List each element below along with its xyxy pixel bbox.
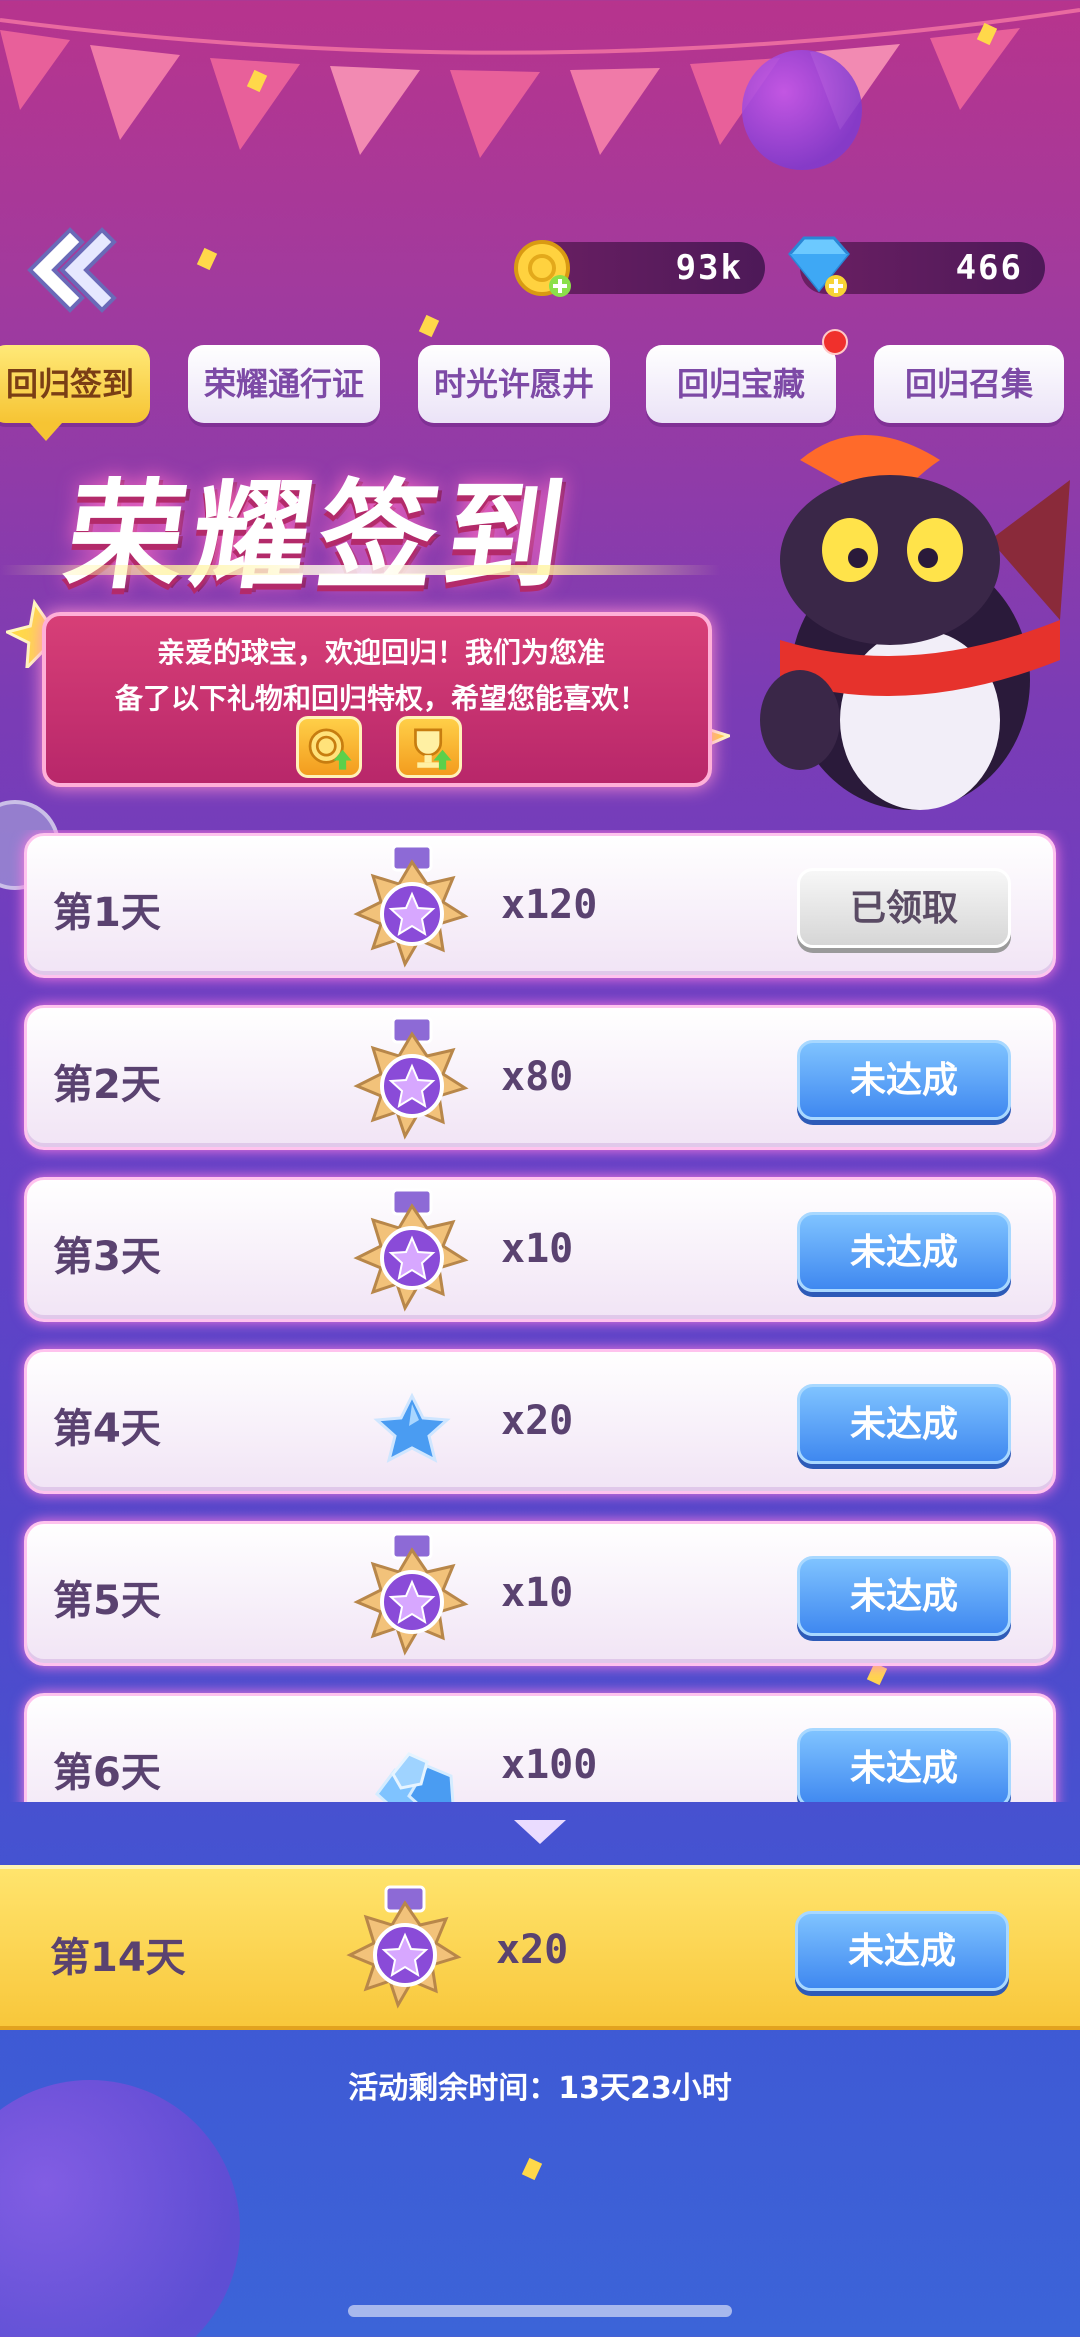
tab-return-treasure[interactable]: 回归宝藏 [646,345,836,423]
bunting-decoration [0,8,1080,158]
day-label: 第2天 [53,1062,161,1108]
gem-counter[interactable]: 466 [788,236,1045,297]
star-medal-icon [353,1532,469,1656]
checkin-row: 第6天 x100 未达成 [24,1693,1056,1802]
star-medal-icon [353,1188,469,1312]
gold-boost-icon[interactable] [296,716,362,778]
reward-quantity: x100 [501,1742,598,1788]
day-label: 第3天 [53,1234,161,1280]
blue-star-icon [373,1392,451,1463]
star-medal-icon [353,844,469,968]
not-achieved-button[interactable]: 未达成 [797,1212,1011,1292]
tab-return-summon[interactable]: 回归召集 [874,345,1064,423]
confetti-decoration [418,314,440,338]
confetti-decoration [521,2157,543,2181]
mascot-dragon [760,435,1070,810]
diamond-pile-icon [374,1752,455,1802]
reward-quantity: x120 [501,882,598,928]
gold-counter[interactable]: 93k [514,240,765,297]
not-achieved-button[interactable]: 未达成 [797,1728,1011,1802]
checkin-row: 第4天 x20 未达成 [24,1349,1056,1494]
reward-quantity: x10 [501,1226,574,1272]
notification-dot [822,329,848,355]
not-achieved-button[interactable]: 未达成 [795,1911,1009,1991]
star-medal-icon [346,1885,462,2009]
final-reward-row: 第14天 x20 未达成 [0,1865,1080,2030]
claimed-button[interactable]: 已领取 [797,868,1011,948]
welcome-line-2: 备了以下礼物和回归特权，希望您能喜欢！ [114,682,647,715]
tab-return-checkin[interactable]: 回归签到 [0,345,150,441]
bubble-decoration [0,2080,240,2337]
tab-bar: 回归签到 荣耀通行证 时光许愿井 回归宝藏 回归召集 [0,329,1080,441]
tab-time-wishing-well[interactable]: 时光许愿井 [418,345,610,423]
checkin-row: 第5天 x10 未达成 [24,1521,1056,1666]
gold-coin-icon [514,240,571,297]
gold-amount: 93k [675,248,743,288]
day-label: 第1天 [53,890,161,936]
checkin-list[interactable]: 第1天 x120 已领取 第2天 x80 未达成 第3天 x10 未达成 第4天… [0,830,1080,1802]
diamond-icon [788,236,850,297]
trophy-boost-icon[interactable] [396,716,462,778]
day-label: 第14天 [50,1935,186,1981]
welcome-text: 亲爱的球宝，欢迎回归！我们为您准 备了以下礼物和回归特权，希望您能喜欢！ [76,630,686,722]
back-button[interactable] [20,225,120,315]
reward-quantity: x80 [501,1054,574,1100]
gem-amount: 466 [955,248,1023,288]
reward-quantity: x20 [496,1927,569,1973]
star-medal-icon [353,1016,469,1140]
reward-quantity: x20 [501,1398,574,1444]
confetti-decoration [196,247,218,271]
day-label: 第4天 [53,1406,161,1452]
event-remaining-time: 活动剩余时间：13天23小时 [348,2071,732,2106]
home-indicator[interactable] [348,2305,732,2317]
scroll-down-indicator-icon [514,1820,566,1844]
checkin-row: 第3天 x10 未达成 [24,1177,1056,1322]
title-glow-line [0,565,720,575]
welcome-message-box: 亲爱的球宝，欢迎回归！我们为您准 备了以下礼物和回归特权，希望您能喜欢！ [42,612,712,787]
welcome-line-1: 亲爱的球宝，欢迎回归！我们为您准 [156,636,605,669]
checkin-row: 第1天 x120 已领取 [24,833,1056,978]
not-achieved-button[interactable]: 未达成 [797,1384,1011,1464]
day-label: 第6天 [53,1750,161,1796]
reward-quantity: x10 [501,1570,574,1616]
day-label: 第5天 [53,1578,161,1624]
not-achieved-button[interactable]: 未达成 [797,1556,1011,1636]
not-achieved-button[interactable]: 未达成 [797,1040,1011,1120]
bubble-decoration [742,50,862,170]
tab-glory-pass[interactable]: 荣耀通行证 [188,345,380,423]
checkin-row: 第2天 x80 未达成 [24,1005,1056,1150]
